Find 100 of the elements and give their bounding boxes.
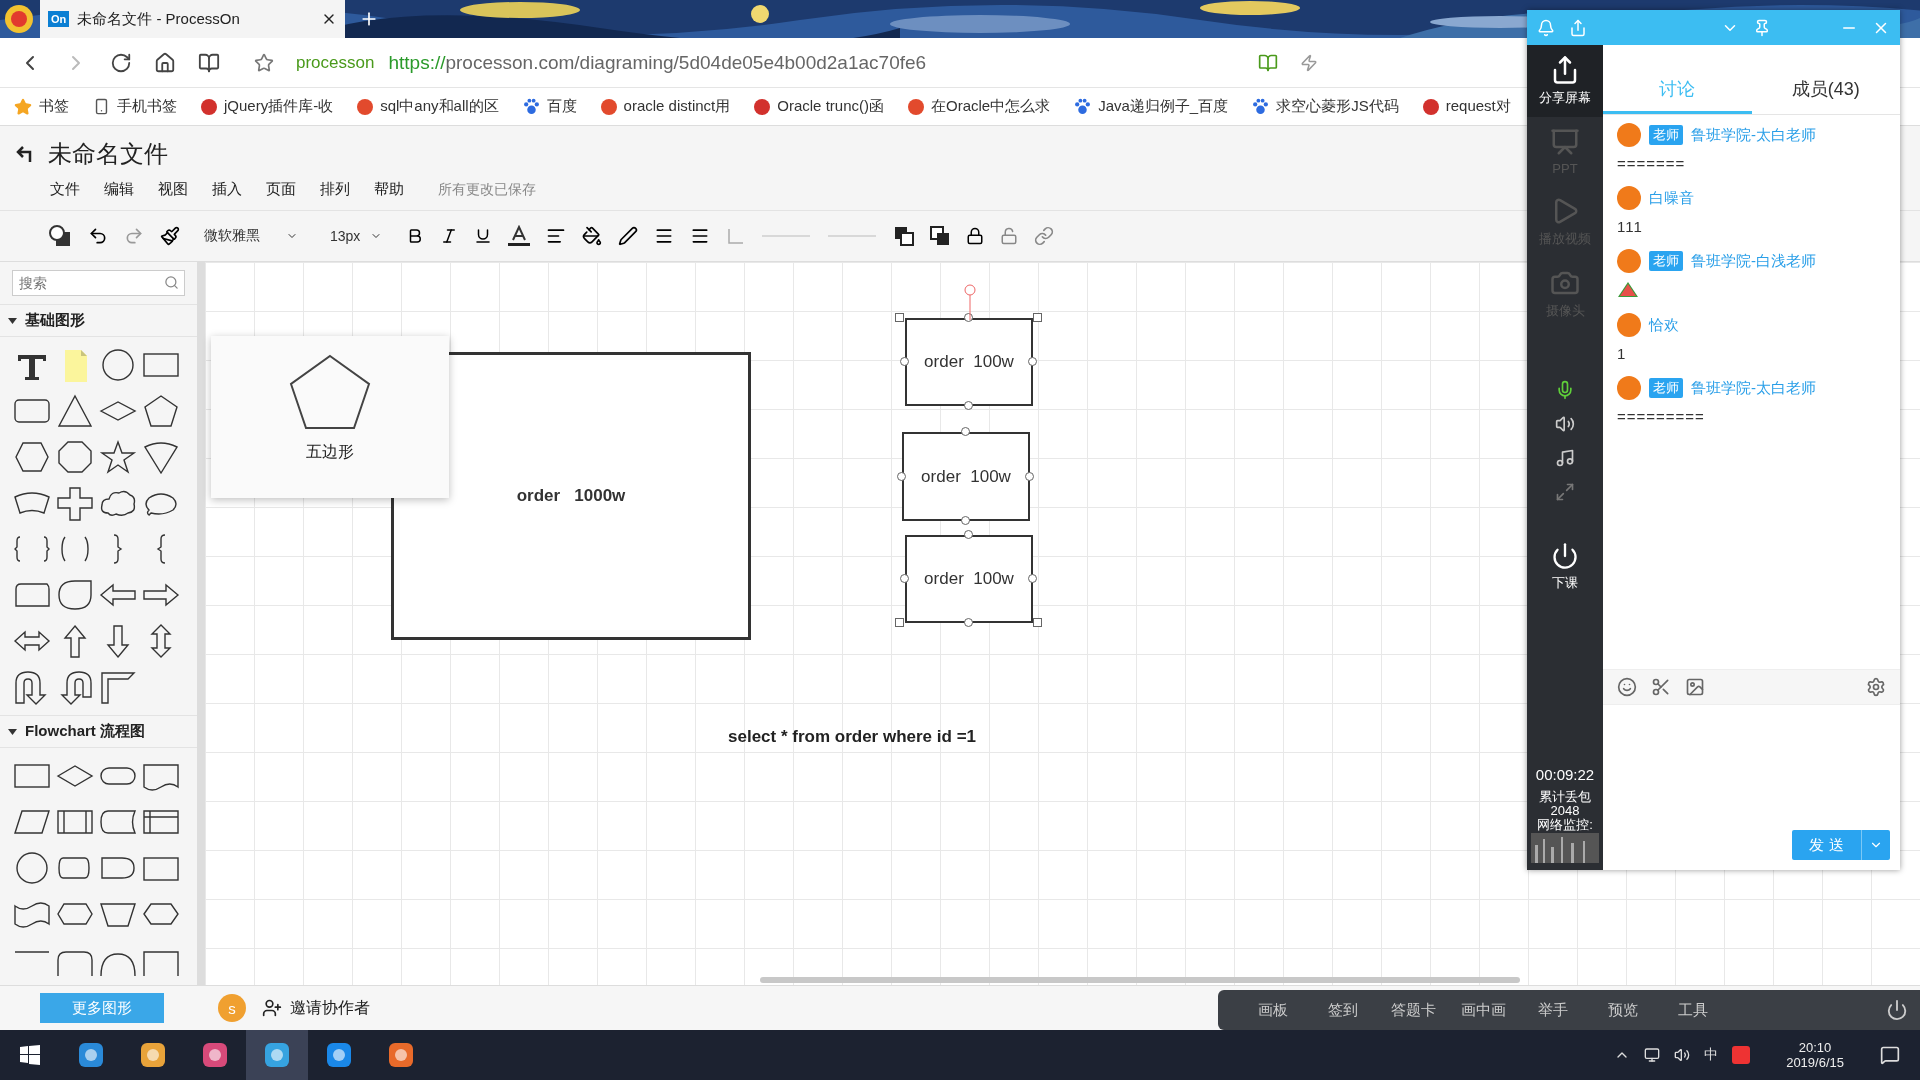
- bookmark[interactable]: Oracle trunc()函: [777, 97, 884, 116]
- bring-front-icon[interactable]: [894, 226, 915, 246]
- menu-item[interactable]: 排列: [320, 180, 350, 199]
- volume-icon[interactable]: [1674, 1047, 1691, 1063]
- browser-logo-icon[interactable]: [4, 4, 34, 34]
- search-field[interactable]: 搜索: [12, 270, 185, 296]
- corner-shape-icon[interactable]: [98, 669, 138, 705]
- class-tool[interactable]: 画中画: [1448, 1000, 1518, 1020]
- expand-icon[interactable]: [1555, 482, 1575, 502]
- hexagon-icon[interactable]: [12, 439, 52, 475]
- selection-corner-handle[interactable]: [1033, 618, 1042, 627]
- settings-icon[interactable]: [1866, 677, 1886, 697]
- section-header[interactable]: Flowchart 流程图: [0, 715, 197, 748]
- resize-handle[interactable]: [1025, 471, 1034, 481]
- diagram-box[interactable]: order 100w: [905, 535, 1033, 623]
- notification-icon[interactable]: [1880, 1045, 1900, 1065]
- diagram-box[interactable]: order 1000w: [391, 352, 751, 640]
- start-icon[interactable]: [20, 1045, 40, 1065]
- url-field[interactable]: https://processon.com/diagraming/5d04de05e4b00d2a1ac70fe6: [388, 51, 927, 74]
- chat-tab[interactable]: 成员(43): [1751, 66, 1900, 114]
- reader-icon[interactable]: [198, 51, 220, 74]
- diagram-box[interactable]: order 100w: [902, 432, 1030, 521]
- fill-color-icon[interactable]: [582, 226, 603, 246]
- power-icon[interactable]: [1886, 999, 1908, 1021]
- star-icon[interactable]: [254, 52, 274, 73]
- undo-icon[interactable]: [88, 226, 108, 246]
- selection-corner-handle[interactable]: [895, 313, 904, 322]
- pentagon-icon[interactable]: [141, 393, 181, 429]
- menu-item[interactable]: 文件: [50, 180, 80, 199]
- section-header[interactable]: 基础图形: [0, 304, 197, 337]
- resize-handle[interactable]: [900, 574, 909, 583]
- side-button[interactable]: 分享屏幕: [1527, 45, 1603, 117]
- align-icon[interactable]: [546, 226, 567, 246]
- octagon-icon[interactable]: [55, 439, 95, 475]
- class-tool[interactable]: 预览: [1588, 1000, 1658, 1020]
- resize-handle[interactable]: [964, 313, 973, 322]
- end-class-button[interactable]: 下课: [1527, 532, 1603, 602]
- resize-handle[interactable]: [964, 401, 973, 410]
- star-icon[interactable]: [98, 439, 138, 475]
- underline-icon[interactable]: [474, 227, 493, 245]
- browser-tab[interactable]: On 未命名文件 - ProcessOn: [40, 0, 345, 38]
- menu-item[interactable]: 帮助: [374, 180, 404, 199]
- send-back-icon[interactable]: [930, 226, 951, 246]
- format-painter-icon[interactable]: [160, 226, 180, 246]
- taskbar-app-icon[interactable]: [246, 1030, 308, 1080]
- diagram-box[interactable]: order 100w: [905, 318, 1033, 406]
- bookmark[interactable]: 手机书签: [117, 97, 177, 116]
- network-icon[interactable]: [1644, 1047, 1661, 1063]
- bookmark[interactable]: request对: [1445, 97, 1511, 116]
- scissors-icon[interactable]: [1651, 677, 1671, 697]
- back-arrow-icon[interactable]: [14, 145, 34, 163]
- resize-handle[interactable]: [897, 471, 906, 481]
- bookmark[interactable]: 在Oracle中怎么求: [930, 97, 1051, 116]
- image-icon[interactable]: [1685, 677, 1705, 697]
- canvas-text[interactable]: select * from order where id =1: [728, 727, 976, 747]
- speaker-icon[interactable]: [1555, 414, 1575, 434]
- emoji-icon[interactable]: [1617, 677, 1637, 697]
- drop-shape-icon[interactable]: [55, 577, 95, 613]
- menu-item[interactable]: 编辑: [104, 180, 134, 199]
- bookmark[interactable]: Java递归例子_百度: [1098, 97, 1229, 116]
- font-select[interactable]: 微软雅黑: [196, 221, 306, 251]
- home-icon[interactable]: [154, 51, 176, 74]
- bookmark[interactable]: oracle distinct用: [623, 97, 731, 116]
- menu-item[interactable]: 页面: [266, 180, 296, 199]
- resize-handle[interactable]: [964, 618, 973, 627]
- line-color-icon[interactable]: [618, 226, 639, 246]
- reload-icon[interactable]: [110, 51, 132, 74]
- shape-style-icon[interactable]: [48, 224, 72, 248]
- pie-slice-icon[interactable]: [141, 439, 181, 475]
- bookmark[interactable]: 百度: [546, 97, 577, 116]
- rotate-handle[interactable]: [964, 284, 976, 320]
- invite-link[interactable]: 邀请协作者: [290, 997, 370, 1019]
- menu-item[interactable]: 视图: [158, 180, 188, 199]
- font-color-icon[interactable]: [508, 225, 531, 247]
- resize-handle[interactable]: [900, 357, 909, 366]
- resize-handle[interactable]: [1028, 574, 1037, 583]
- bookmark[interactable]: sql中any和all的区: [380, 97, 499, 116]
- class-tool[interactable]: 工具: [1658, 1000, 1728, 1020]
- menu-item[interactable]: 插入: [212, 180, 242, 199]
- bookmark[interactable]: 求空心菱形JS代码: [1276, 97, 1399, 116]
- class-tool[interactable]: 举手: [1518, 1000, 1588, 1020]
- class-tool[interactable]: 答题卡: [1378, 1000, 1448, 1020]
- font-size-select[interactable]: 13px: [322, 221, 391, 251]
- class-tool[interactable]: 画板: [1238, 1000, 1308, 1020]
- music-icon[interactable]: [1555, 448, 1575, 468]
- selection-corner-handle[interactable]: [1033, 313, 1042, 322]
- microphone-icon[interactable]: [1555, 380, 1575, 400]
- class-tool[interactable]: 签到: [1308, 1000, 1378, 1020]
- resize-handle[interactable]: [1028, 357, 1037, 366]
- clock[interactable]: 20:10 2019/6/15: [1786, 1040, 1844, 1070]
- bookmark[interactable]: 书签: [39, 97, 69, 116]
- cross-icon[interactable]: [55, 485, 95, 521]
- bookmark[interactable]: jQuery插件库-收: [224, 97, 334, 116]
- lock-icon[interactable]: [966, 227, 985, 245]
- input-method[interactable]: 中: [1704, 1046, 1719, 1064]
- unlock-icon[interactable]: [1000, 227, 1019, 245]
- app-tray-icon[interactable]: [1732, 1046, 1751, 1064]
- selection-corner-handle[interactable]: [895, 618, 904, 627]
- triangle-icon[interactable]: [55, 393, 95, 429]
- resize-handle[interactable]: [961, 427, 970, 436]
